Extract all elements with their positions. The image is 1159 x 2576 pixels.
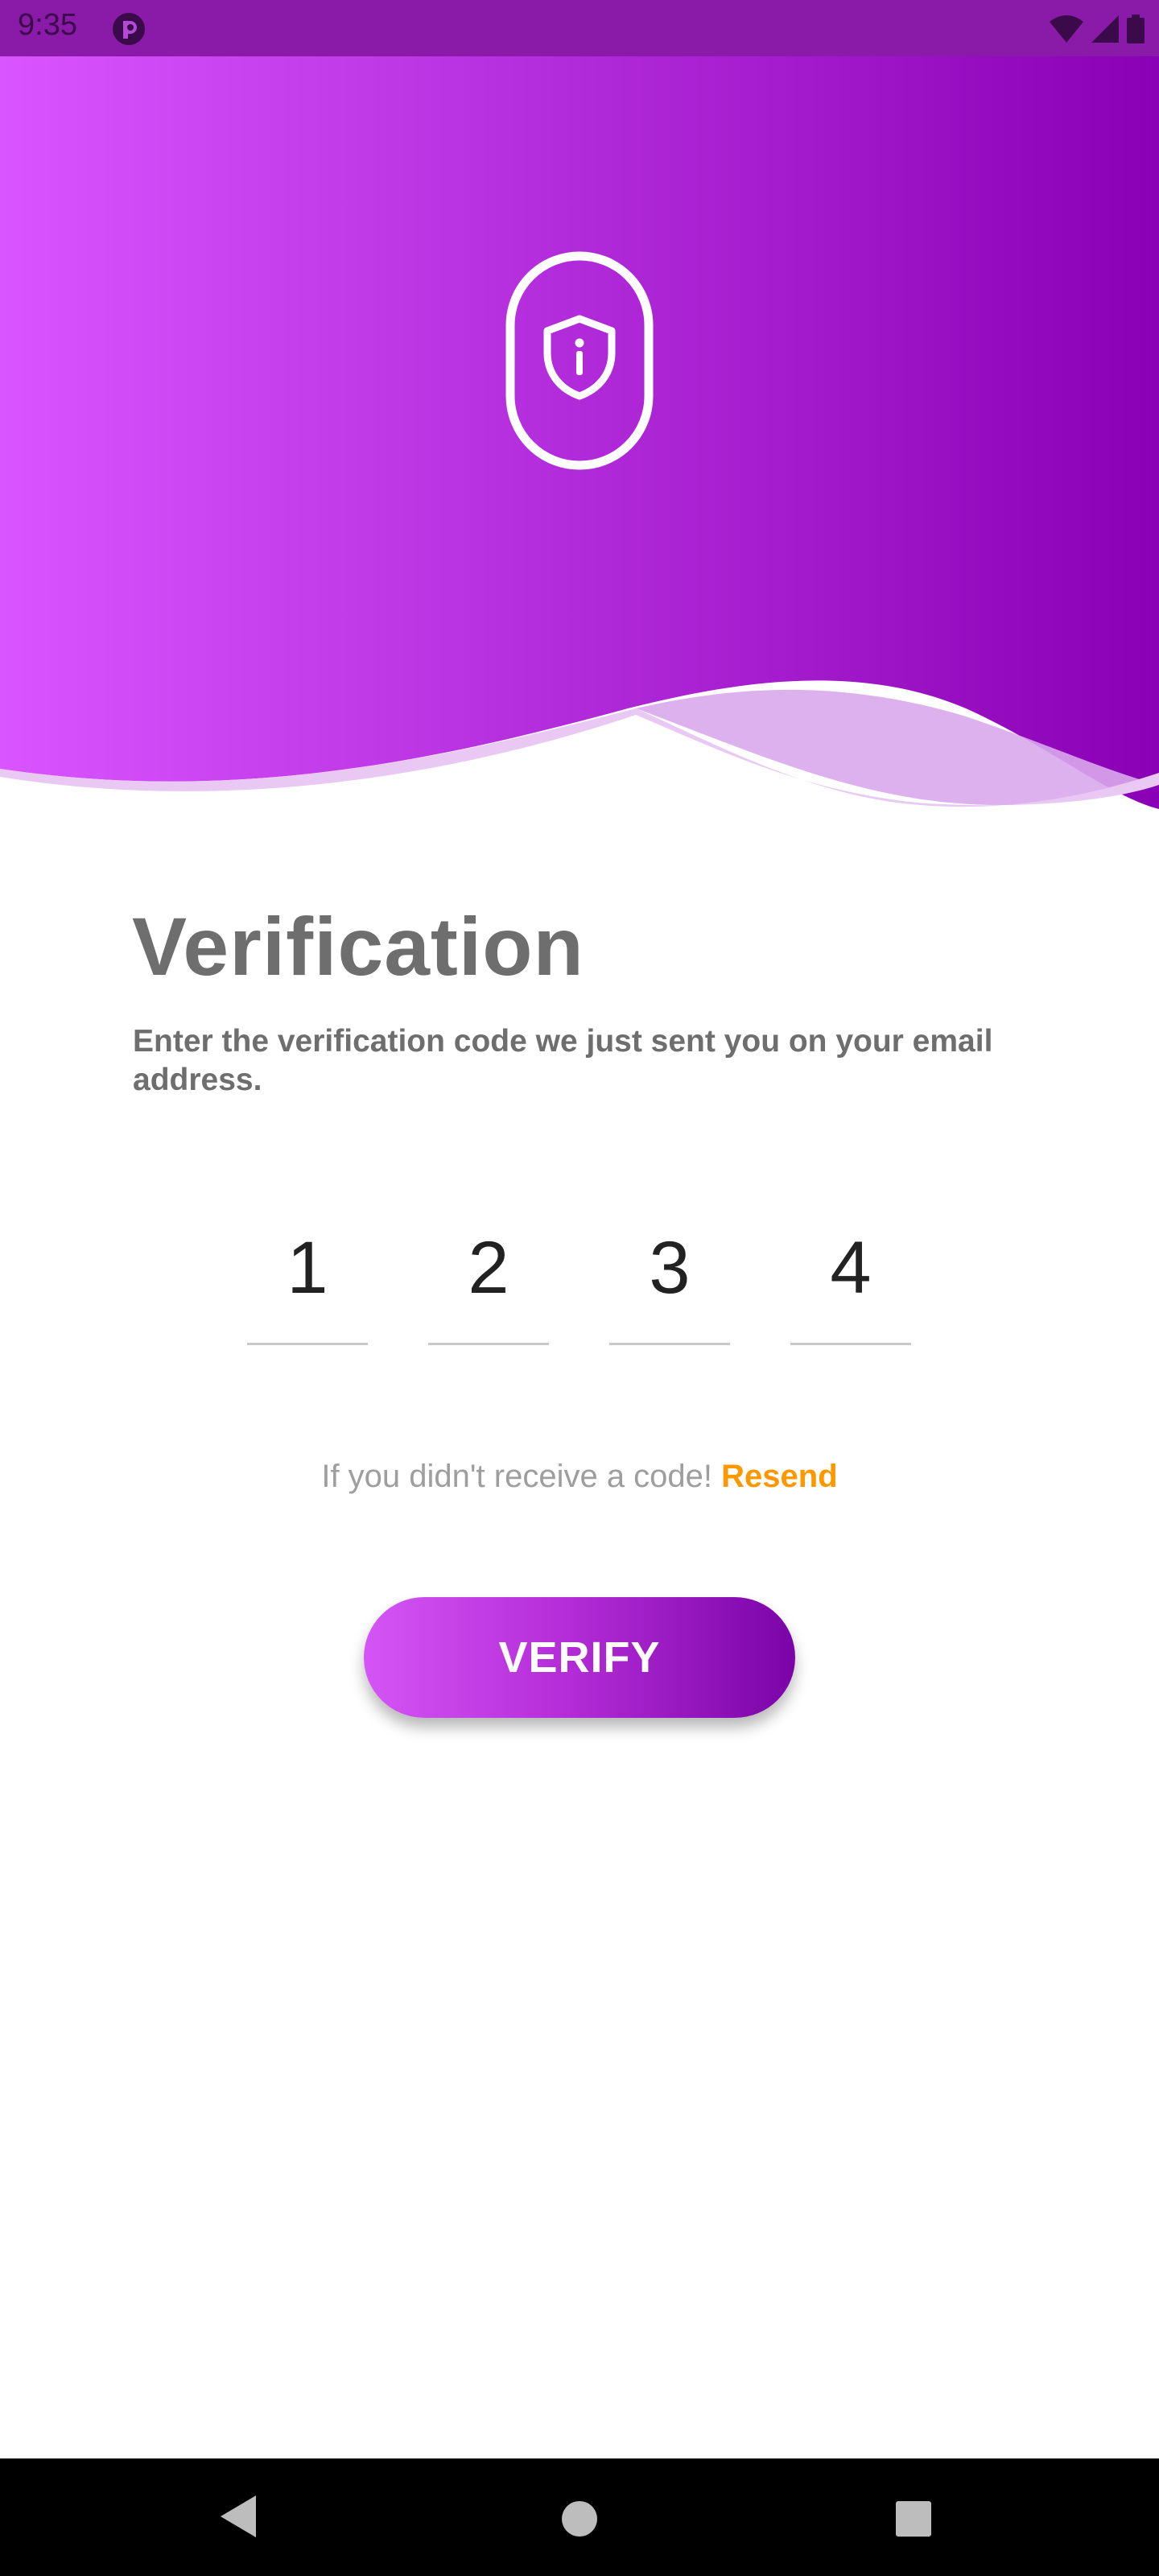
navigation-bar [0,2458,1159,2576]
code-input-row: 1 2 3 4 [0,1208,1159,1352]
back-icon[interactable] [219,2494,258,2539]
signal-icon [1091,15,1119,43]
status-bar: 9:35 [0,0,1159,56]
code-digit-4: 4 [830,1227,872,1309]
code-digit-field-4[interactable]: 4 [790,1208,911,1345]
code-digit-field-3[interactable]: 3 [609,1208,730,1345]
code-digit-field-1[interactable]: 1 [247,1208,368,1345]
code-digit-3: 3 [649,1227,691,1309]
resend-prompt: If you didn't receive a code! [321,1459,713,1494]
status-time: 9:35 [18,8,77,42]
page-title: Verification [132,901,584,993]
code-digit-field-2[interactable]: 2 [428,1208,549,1345]
app-notification-icon [113,13,145,45]
verify-button[interactable]: VERIFY [364,1597,795,1718]
resend-link[interactable]: Resend [721,1459,838,1494]
code-digit-1: 1 [287,1227,328,1309]
recents-icon[interactable] [895,2500,932,2537]
battery-icon [1127,14,1145,43]
wifi-icon [1050,15,1083,43]
page-subtitle: Enter the verification code we just sent… [133,1024,993,1097]
phone-shield-icon [505,251,654,470]
resend-line: If you didn't receive a code! Resend [0,1459,1159,1495]
code-digit-2: 2 [468,1227,509,1309]
home-icon[interactable] [561,2500,598,2537]
status-icons [1050,11,1145,47]
